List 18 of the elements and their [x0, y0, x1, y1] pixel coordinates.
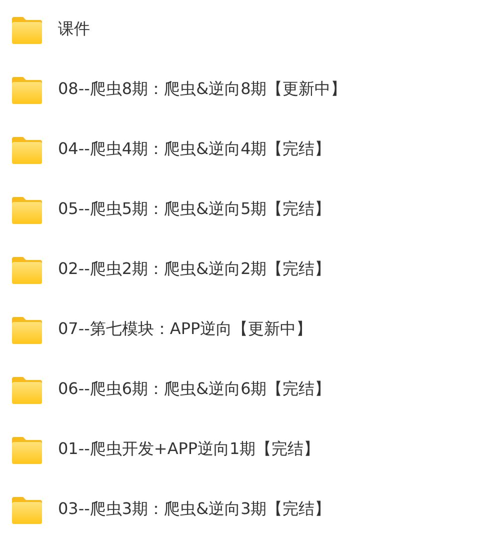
folder-icon: [12, 137, 42, 164]
folder-name[interactable]: 03--爬虫3期：爬虫&逆向3期【完结】: [58, 493, 331, 525]
folder-icon: [12, 437, 42, 464]
folder-icon: [12, 77, 42, 104]
folder-icon: [12, 257, 42, 284]
folder-icon: [12, 197, 42, 224]
folder-name[interactable]: 02--爬虫2期：爬虫&逆向2期【完结】: [58, 253, 331, 285]
folder-icon: [12, 317, 42, 344]
folder-icon: [12, 17, 42, 44]
folder-name[interactable]: 05--爬虫5期：爬虫&逆向5期【完结】: [58, 193, 331, 225]
folder-name[interactable]: 06--爬虫6期：爬虫&逆向6期【完结】: [58, 373, 331, 405]
folder-name[interactable]: 07--第七模块：APP逆向【更新中】: [58, 313, 312, 345]
folder-icon: [12, 377, 42, 404]
folder-icon: [12, 497, 42, 524]
folder-name[interactable]: 课件: [58, 13, 90, 45]
folder-name[interactable]: 04--爬虫4期：爬虫&逆向4期【完结】: [58, 133, 331, 165]
folder-name[interactable]: 08--爬虫8期：爬虫&逆向8期【更新中】: [58, 73, 347, 105]
folder-name[interactable]: 01--爬虫开发+APP逆向1期【完结】: [58, 433, 320, 465]
